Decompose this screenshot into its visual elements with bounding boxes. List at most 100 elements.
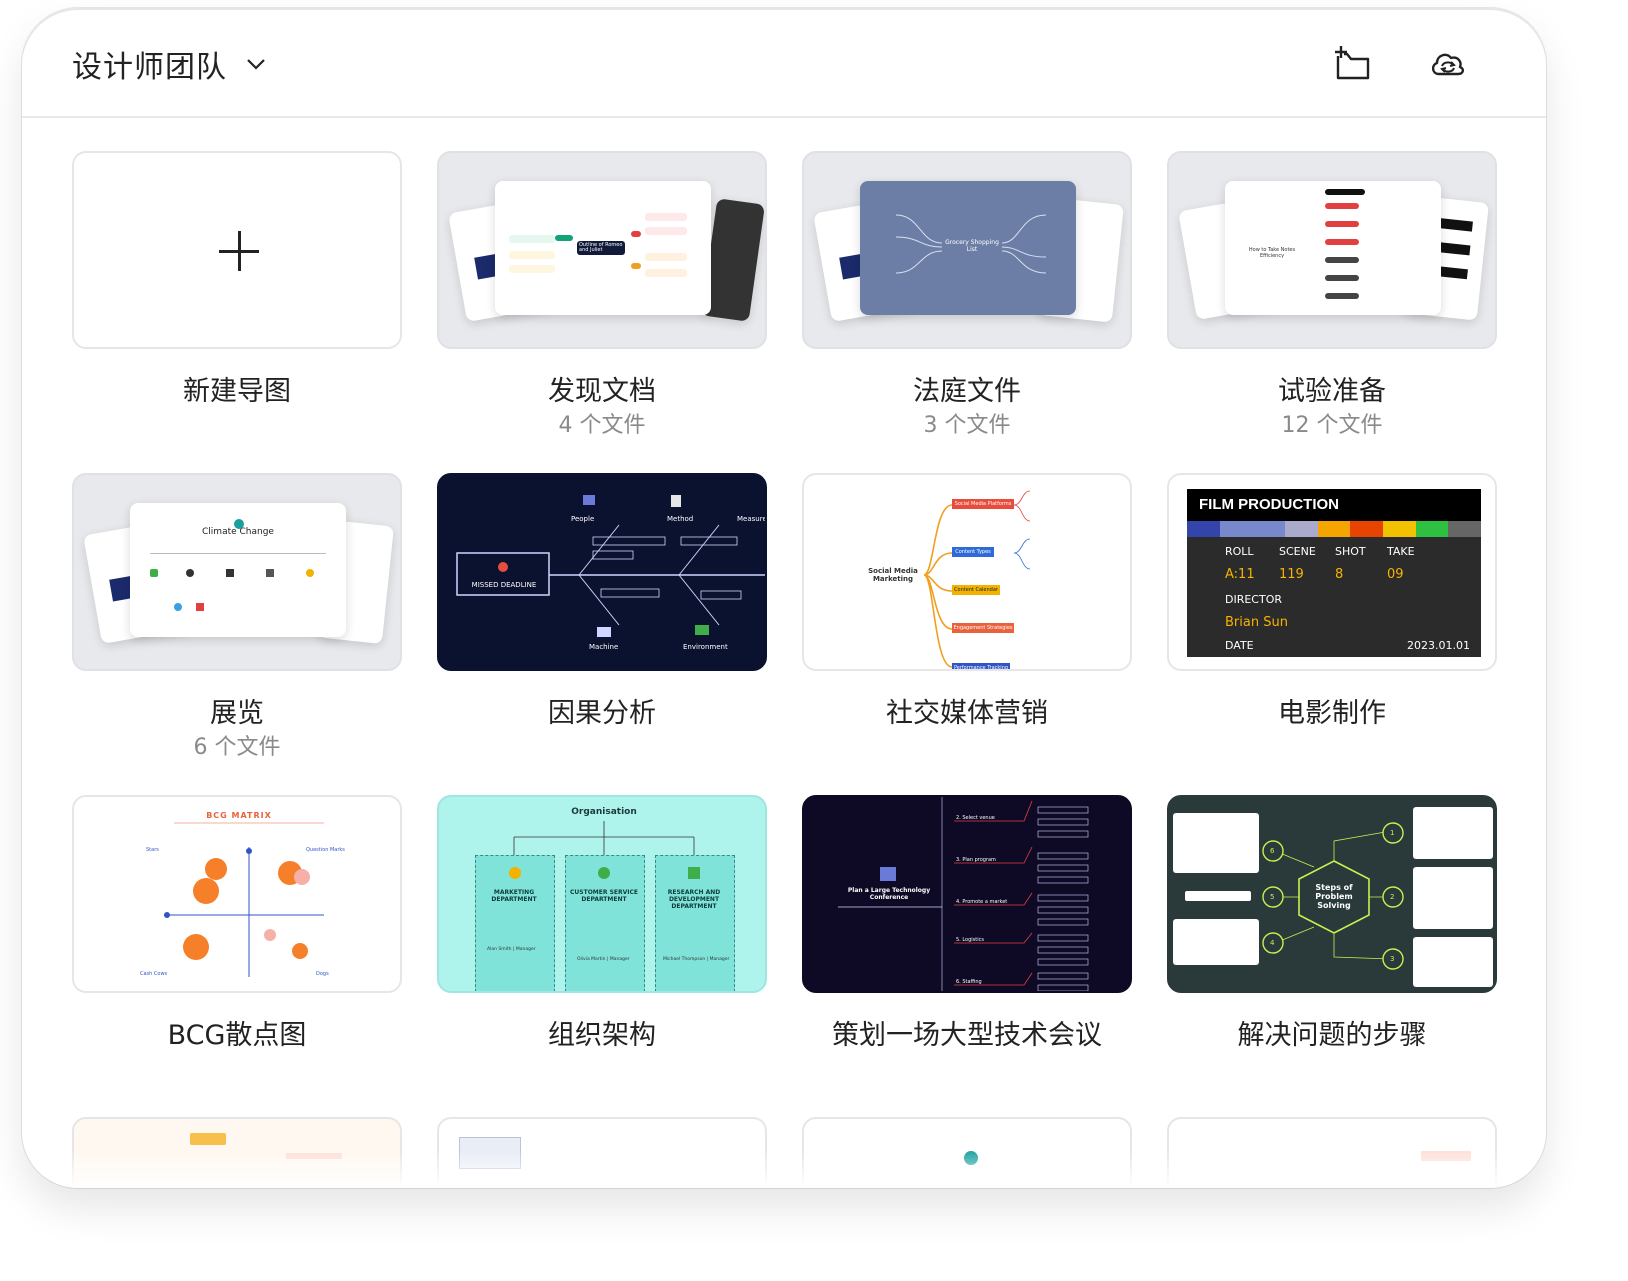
cloud-sync-icon[interactable]: [1428, 44, 1468, 84]
date-header: DATE: [1225, 639, 1254, 652]
mindmap-node: [1325, 189, 1365, 195]
team-switcher[interactable]: 设计师团队: [72, 42, 267, 86]
mindmap-node: [645, 253, 687, 261]
tile-title: 新建导图: [183, 376, 291, 407]
team-name: 设计师团队: [72, 50, 227, 85]
fishbone-diagram: [456, 495, 765, 637]
map-card-social[interactable]: Social Media Marketing Social Media Plat…: [802, 473, 1132, 671]
tile-title: 解决问题的步骤: [1237, 1020, 1427, 1051]
tile-file-count: 3 个文件: [923, 413, 1011, 438]
map-card-org[interactable]: Organisation MARKETING DEPARTMENT CUSTOM…: [437, 795, 767, 993]
folder-preview-main: Outline of Romeo and Juliet: [495, 181, 711, 315]
scene-header: SCENE: [1279, 545, 1316, 558]
cause-label: Environment: [683, 643, 728, 651]
new-map-card[interactable]: [72, 151, 402, 349]
mindmap-node: Content Calendar: [952, 585, 1000, 595]
map-card-steps[interactable]: Steps of Problem Solving 1 2 3 4 5 6: [1167, 795, 1497, 993]
folder-preview-main: Climate Change: [130, 503, 346, 637]
folder-card-expo[interactable]: Climate Change: [72, 473, 402, 671]
map-card-conf[interactable]: Plan a Large Technology Conference 2. Se…: [802, 795, 1132, 993]
mindmap-node: Performance Tracking: [952, 663, 1010, 671]
mindmap-center-text: Social Media Marketing: [868, 567, 918, 583]
mindmap-node: [645, 213, 687, 221]
folder-card-trial[interactable]: How to Take Notes Efficiency: [1167, 151, 1497, 349]
quadrant-label: Question Marks: [306, 847, 345, 853]
step-number: 3: [1390, 955, 1395, 963]
mindmap-node: Engagement Strategies: [952, 623, 1014, 633]
map-card-film[interactable]: FILM PRODUCTION ROLL SCENE SHOT TAKE A:1…: [1167, 473, 1497, 671]
new-folder-icon[interactable]: [1332, 44, 1372, 84]
mindmap-center-text: Steps of Problem Solving: [1315, 883, 1353, 910]
take-value: 09: [1387, 567, 1404, 582]
map-card-cause[interactable]: MISSED DEADLINE People Method Measuremen…: [437, 473, 767, 671]
scene-value: 119: [1279, 567, 1304, 582]
department-label: CUSTOMER SERVICE DEPARTMENT: [570, 889, 638, 903]
factory-icon: [266, 569, 274, 577]
mindmap-node: Social Media Platforms: [952, 499, 1014, 509]
mindmap-node: [509, 251, 555, 259]
tile-file-count: 4 个文件: [558, 413, 646, 438]
department-label: RESEARCH AND DEVELOPMENT DEPARTMENT: [667, 889, 721, 910]
tile-title: 发现文档: [548, 376, 656, 407]
tile-title: 电影制作: [1278, 698, 1386, 729]
shot-value: 8: [1335, 567, 1344, 582]
roll-header: ROLL: [1225, 545, 1254, 558]
tile-title: 社交媒体营销: [886, 698, 1048, 729]
bottom-fade: [22, 1150, 1546, 1188]
sun-icon: [306, 569, 314, 577]
car-icon: [226, 569, 234, 577]
mindmap-center-text: How to Take Notes Efficiency: [1248, 247, 1296, 259]
map-card-bcg[interactable]: BCG MATRIX Stars Question Marks Cash Cow…: [72, 795, 402, 993]
tile-title: BCG散点图: [167, 1020, 307, 1051]
manager-label: Alan Smith | Manager: [487, 947, 536, 952]
tile-title: 试验准备: [1278, 376, 1386, 407]
plus-icon: [219, 231, 259, 271]
research-icon: [688, 867, 700, 879]
mindmap-tag: [631, 263, 641, 269]
date-value: 2023.01.01: [1407, 639, 1470, 652]
folder-card-court[interactable]: Grocery Shopping List: [802, 151, 1132, 349]
roll-value: A:11: [1225, 567, 1255, 582]
mindmap-node: [1325, 221, 1359, 227]
bcg-scatter: [164, 822, 324, 977]
mindmap-node: [1325, 257, 1359, 263]
tile-file-count: 6 个文件: [193, 735, 281, 760]
chat-icon: [598, 867, 610, 879]
shot-header: SHOT: [1335, 545, 1366, 558]
fire-icon: [196, 603, 204, 611]
director-header: DIRECTOR: [1225, 593, 1283, 606]
globe-icon: [234, 519, 244, 529]
step-number: 5: [1270, 893, 1275, 901]
person-icon: [186, 569, 194, 577]
app-window: 设计师团队 新建导图 Outline of Romeo and Juliet 发…: [22, 8, 1546, 1188]
mindmap-node: [1325, 293, 1359, 299]
tile-title: 因果分析: [548, 698, 656, 729]
mindmap-node: 2. Select venue: [956, 815, 995, 821]
department-label: MARKETING DEPARTMENT: [491, 889, 537, 903]
folder-card-discover[interactable]: Outline of Romeo and Juliet: [437, 151, 767, 349]
mindmap-node: [1325, 239, 1359, 245]
tile-file-count: 12 个文件: [1281, 413, 1383, 438]
mindmap-node: 6. Staffing: [956, 979, 982, 985]
mindmap-node: [509, 265, 555, 273]
mindmap-node: [1325, 203, 1359, 209]
tile-title: 展览: [210, 698, 264, 729]
clapperboard: FILM PRODUCTION ROLL SCENE SHOT TAKE A:1…: [1187, 489, 1482, 657]
branch-line: [150, 553, 326, 554]
cause-label: Method: [667, 515, 694, 523]
top-bar: 设计师团队: [22, 8, 1546, 118]
mindmap-center-text: Outline of Romeo and Juliet: [579, 242, 623, 253]
cause-label: People: [571, 515, 595, 523]
quadrant-label: Stars: [146, 847, 159, 853]
mindmap-node: 5. Logistics: [956, 937, 984, 943]
clapper-title: FILM PRODUCTION: [1199, 496, 1339, 513]
folder-preview-main: How to Take Notes Efficiency: [1225, 181, 1441, 315]
step-number: 2: [1390, 893, 1395, 901]
step-number: 1: [1390, 829, 1395, 837]
folder-preview-main: Grocery Shopping List: [860, 181, 1076, 315]
cause-label: Machine: [589, 643, 619, 651]
mindmap-branches: [895, 214, 1047, 274]
step-number: 4: [1270, 939, 1275, 947]
manager-label: Michael Thompson | Manager: [663, 957, 730, 962]
tile-title: 组织架构: [548, 1020, 656, 1051]
